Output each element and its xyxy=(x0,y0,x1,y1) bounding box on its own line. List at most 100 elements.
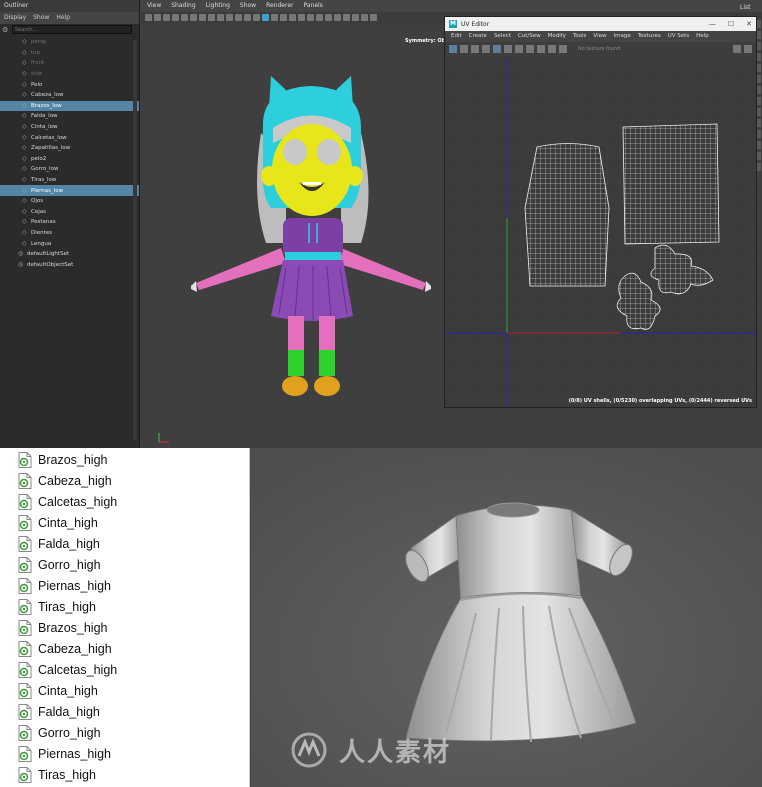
minimize-icon[interactable]: — xyxy=(709,20,716,28)
side-list-label[interactable]: List xyxy=(740,4,751,11)
uv-menu-help[interactable]: Help xyxy=(696,32,709,41)
outliner-item[interactable]: ◇ Pelo xyxy=(0,79,139,90)
uv-editor-window[interactable]: M UV Editor — ☐ ✕ Edit Create Select Cut… xyxy=(444,16,757,408)
shadows-icon[interactable] xyxy=(289,14,296,21)
ambient-occlusion-icon[interactable] xyxy=(298,14,305,21)
uv-menu-tools[interactable]: Tools xyxy=(573,32,587,41)
depth-of-field-icon[interactable] xyxy=(325,14,332,21)
viewport-menu-show[interactable]: Show xyxy=(240,2,256,10)
attributes-icon[interactable] xyxy=(154,14,161,21)
file-item[interactable]: Calcetas_high xyxy=(0,491,249,512)
resolution-gate-icon[interactable] xyxy=(199,14,206,21)
file-item[interactable]: Falda_high xyxy=(0,533,249,554)
character-model[interactable] xyxy=(191,68,431,408)
outliner-item[interactable]: ◇ persp xyxy=(0,37,139,48)
xray-icon[interactable] xyxy=(343,14,350,21)
outliner-item[interactable]: ◎ defaultLightSet xyxy=(0,249,139,260)
uv-shaded-icon[interactable] xyxy=(449,45,457,53)
outliner-item[interactable]: ◇ top xyxy=(0,48,139,59)
outliner-menu-help[interactable]: Help xyxy=(56,14,70,22)
uv-menu-cut-sew[interactable]: Cut/Sew xyxy=(518,32,541,41)
uv-canvas[interactable] xyxy=(445,58,756,407)
wireframe-icon[interactable] xyxy=(244,14,251,21)
image-plane-icon[interactable] xyxy=(172,14,179,21)
outliner-item[interactable]: ◇ Calcetas_low xyxy=(0,132,139,143)
motion-blur-icon[interactable] xyxy=(307,14,314,21)
file-item[interactable]: Tiras_high xyxy=(0,596,249,617)
outliner-item[interactable]: ◇ Gorro_low xyxy=(0,164,139,175)
file-item[interactable]: Calcetas_high xyxy=(0,659,249,680)
outliner-item[interactable]: ◇ pelo2 xyxy=(0,154,139,165)
outliner-item[interactable]: ◇ side xyxy=(0,69,139,80)
file-item[interactable]: Cabeza_high xyxy=(0,638,249,659)
bookmark-icon[interactable] xyxy=(163,14,170,21)
gate-mask-icon[interactable] xyxy=(208,14,215,21)
uv-grid-icon[interactable] xyxy=(471,45,479,53)
field-chart-icon[interactable] xyxy=(217,14,224,21)
uv-menu-image[interactable]: Image xyxy=(613,32,630,41)
uv-channel-icon[interactable] xyxy=(559,45,567,53)
outliner-scrollbar[interactable] xyxy=(133,40,137,440)
file-item[interactable]: Cabeza_high xyxy=(0,470,249,491)
uv-distortion-icon[interactable] xyxy=(460,45,468,53)
uv-menu-select[interactable]: Select xyxy=(494,32,511,41)
textured-icon[interactable] xyxy=(271,14,278,21)
outliner-item[interactable]: ◇ Cejas xyxy=(0,207,139,218)
outliner-item[interactable]: ◇ Falda_low xyxy=(0,111,139,122)
safe-title-icon[interactable] xyxy=(235,14,242,21)
uv-snap-icon[interactable] xyxy=(482,45,490,53)
uv-menu-view[interactable]: View xyxy=(593,32,606,41)
uv-menu-textures[interactable]: Textures xyxy=(638,32,661,41)
file-item[interactable]: Tiras_high xyxy=(0,764,249,785)
uv-menu-create[interactable]: Create xyxy=(469,32,487,41)
outliner-item[interactable]: ◇ Tiras_low xyxy=(0,175,139,186)
outliner-item[interactable]: ◇ Cinta_low xyxy=(0,122,139,133)
outliner-item[interactable]: ◇ Pestanas xyxy=(0,217,139,228)
outliner-item[interactable]: ◇ Piernas_low xyxy=(0,185,139,196)
wireframe-on-shaded-icon[interactable] xyxy=(262,14,269,21)
isolate-select-icon[interactable] xyxy=(334,14,341,21)
xray-joints-icon[interactable] xyxy=(352,14,359,21)
close-icon[interactable]: ✕ xyxy=(746,20,752,28)
filter-icon[interactable]: ⚙ xyxy=(2,26,10,34)
lights-icon[interactable] xyxy=(280,14,287,21)
viewport-menu-lighting[interactable]: Lighting xyxy=(206,2,230,10)
outliner-menu-display[interactable]: Display xyxy=(4,14,26,22)
camera-icon[interactable] xyxy=(145,14,152,21)
uv-color-icon[interactable] xyxy=(733,45,741,53)
file-item[interactable]: Piernas_high xyxy=(0,743,249,764)
gamma-icon[interactable] xyxy=(370,14,377,21)
uv-checker-icon[interactable] xyxy=(504,45,512,53)
file-item[interactable]: Piernas_high xyxy=(0,575,249,596)
outliner-item[interactable]: ◎ defaultObjectSet xyxy=(0,259,139,270)
uv-exposure-icon[interactable] xyxy=(526,45,534,53)
file-item[interactable]: Gorro_high xyxy=(0,554,249,575)
grid-icon[interactable] xyxy=(181,14,188,21)
backface-icon[interactable] xyxy=(361,14,368,21)
outliner-item[interactable]: ◇ Ojos xyxy=(0,196,139,207)
outliner-search-input[interactable] xyxy=(12,25,132,34)
outliner-item[interactable]: ◇ Zapatillas_low xyxy=(0,143,139,154)
file-item[interactable]: Cinta_high xyxy=(0,512,249,533)
uv-editor-titlebar[interactable]: M UV Editor — ☐ ✕ xyxy=(445,17,756,31)
file-item[interactable]: Brazos_high xyxy=(0,617,249,638)
outliner-item[interactable]: ◇ Dientes xyxy=(0,228,139,239)
viewport-menu-panels[interactable]: Panels xyxy=(303,2,322,10)
outliner-item[interactable]: ◇ Brazos_low xyxy=(0,100,139,112)
outliner-item[interactable]: ◇ Lengua xyxy=(0,238,139,249)
file-item[interactable]: Gorro_high xyxy=(0,722,249,743)
file-item[interactable]: Brazos_high xyxy=(0,449,249,470)
uv-menu-modify[interactable]: Modify xyxy=(548,32,566,41)
uv-slider-icon[interactable] xyxy=(744,45,752,53)
viewport-menu-view[interactable]: View xyxy=(147,2,161,10)
file-item[interactable]: Falda_high xyxy=(0,701,249,722)
safe-action-icon[interactable] xyxy=(226,14,233,21)
antialias-icon[interactable] xyxy=(316,14,323,21)
viewport-menu-shading[interactable]: Shading xyxy=(171,2,195,10)
sculpt-render-viewport[interactable]: 人人素材 xyxy=(251,448,762,787)
viewport-menu-renderer[interactable]: Renderer xyxy=(266,2,293,10)
outliner-menu-show[interactable]: Show xyxy=(33,14,49,22)
file-item[interactable]: Cinta_high xyxy=(0,680,249,701)
smooth-shade-icon[interactable] xyxy=(253,14,260,21)
outliner-item[interactable]: ◇ Cabeza_low xyxy=(0,90,139,101)
